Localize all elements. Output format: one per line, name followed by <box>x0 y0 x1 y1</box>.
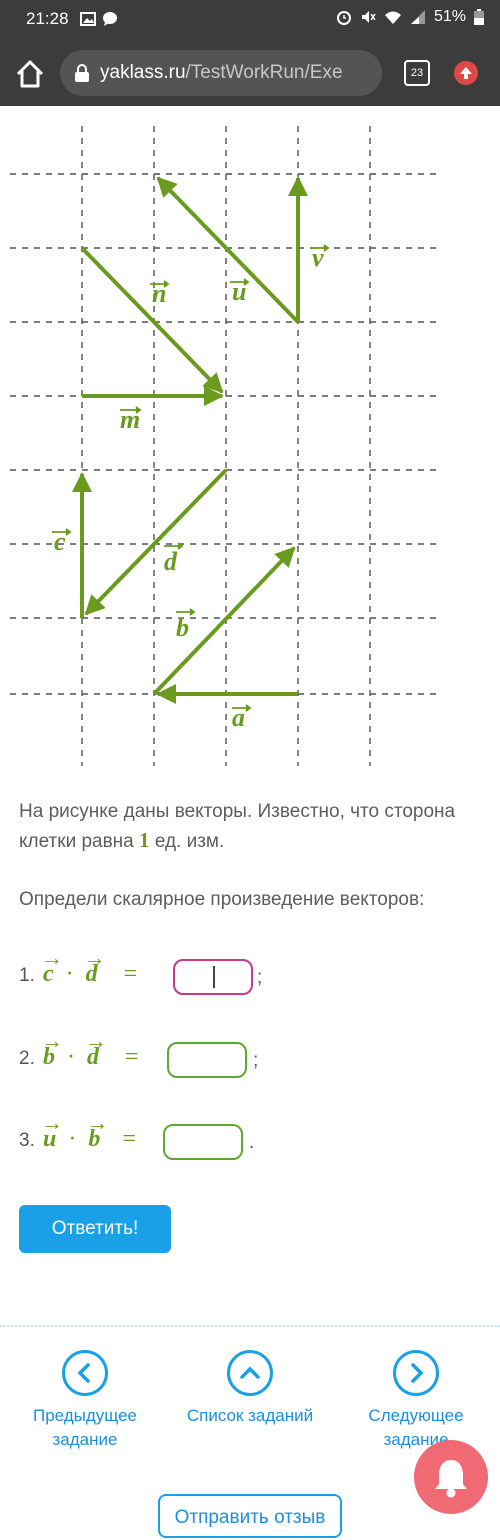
label-d: d <box>164 547 178 576</box>
vector-n <box>80 246 224 394</box>
prev-task-link[interactable]: Предыдущее задание <box>22 1350 148 1452</box>
task-text: Определи скалярное произведение векторов… <box>19 889 425 910</box>
vector-u <box>156 176 300 324</box>
cell-size-value: 1 <box>139 828 150 852</box>
system-icons: 51% <box>336 8 484 26</box>
notifications-button[interactable] <box>414 1440 488 1514</box>
answer-input-3[interactable] <box>163 1124 243 1160</box>
question-1: 1. c · d = ; <box>19 945 479 995</box>
next-task-link[interactable]: Следующее задание <box>352 1350 480 1452</box>
task-list-link[interactable]: Список заданий <box>184 1350 316 1428</box>
chat-icon <box>103 12 117 26</box>
q3-expression: u · b = <box>41 1110 136 1153</box>
chevron-left-icon <box>62 1350 108 1396</box>
address-bar[interactable]: yaklass.ru/TestWorkRun/Exe <box>60 50 382 96</box>
vectors-figure: n u v m c d b a <box>10 126 440 766</box>
question-3: 3. u · b = . <box>19 1110 479 1160</box>
chevron-right-icon <box>393 1350 439 1396</box>
grid <box>10 126 440 766</box>
image-icon <box>80 12 96 26</box>
chevron-up-icon <box>227 1350 273 1396</box>
browser-toolbar: yaklass.ru/TestWorkRun/Exe 23 <box>0 40 500 106</box>
question-2: 2. b · d = ; <box>19 1028 479 1078</box>
scroll-up-button[interactable] <box>454 61 478 85</box>
vector-d <box>84 468 228 616</box>
battery-percent: 51% <box>433 8 466 25</box>
notification-icons <box>80 11 118 27</box>
q1-expression: c · d = <box>41 945 137 988</box>
signal-icon <box>410 10 425 24</box>
arrow-up-icon <box>460 67 472 79</box>
bell-icon <box>435 1460 467 1498</box>
q2-expression: b · d = <box>41 1028 139 1071</box>
tab-switcher-button[interactable]: 23 <box>404 60 430 86</box>
mute-icon <box>361 11 376 23</box>
label-b: b <box>176 613 189 642</box>
text-caret <box>213 966 215 988</box>
answer-input-2[interactable] <box>167 1042 247 1078</box>
alarm-icon <box>336 11 351 25</box>
home-icon[interactable] <box>12 56 48 92</box>
status-time: 21:28 <box>26 9 69 28</box>
divider <box>0 1325 500 1327</box>
problem-statement: На рисунке даны векторы. Известно, что с… <box>19 801 456 852</box>
battery-icon <box>474 9 484 25</box>
answer-button[interactable]: Ответить! <box>19 1205 171 1253</box>
url-text: yaklass.ru/TestWorkRun/Exe <box>100 62 343 83</box>
wifi-icon <box>384 11 401 24</box>
lock-icon <box>75 64 89 82</box>
feedback-button[interactable]: Отправить отзыв <box>158 1494 342 1538</box>
answer-input-1[interactable] <box>173 959 253 995</box>
status-bar: 21:28 51% <box>0 0 500 40</box>
